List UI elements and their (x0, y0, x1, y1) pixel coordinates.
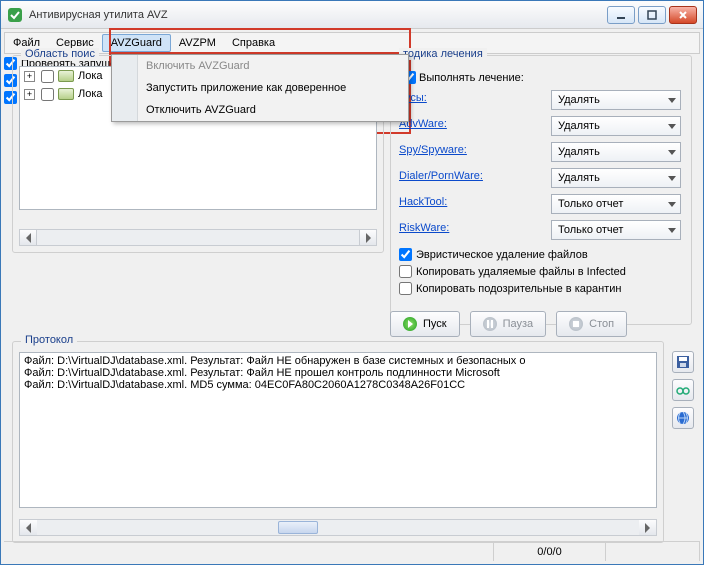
save-log-button[interactable] (672, 351, 694, 373)
scroll-left-button[interactable] (20, 520, 37, 535)
scroll-left-button[interactable] (20, 230, 37, 245)
menu-avzguard[interactable]: AVZGuard (102, 34, 171, 52)
drive-label-1: Лока (78, 70, 103, 82)
link-spyware[interactable]: Spy/Spyware: (399, 144, 467, 156)
expand-icon[interactable]: + (24, 89, 35, 100)
protocol-scrollbar[interactable] (19, 519, 657, 536)
check-copy-infected[interactable] (399, 265, 412, 278)
side-toolbar (672, 351, 694, 429)
status-cell-3 (606, 542, 700, 561)
combo-spyware[interactable]: Удалять (551, 142, 681, 162)
globe-button[interactable] (672, 407, 694, 429)
close-button[interactable] (669, 6, 697, 24)
scroll-track[interactable] (37, 230, 359, 245)
protocol-text[interactable]: Файл: D:\VirtualDJ\database.xml. Результ… (19, 352, 657, 508)
tree-scrollbar[interactable] (19, 229, 377, 246)
treat-enable-label: Выполнять лечение: (419, 72, 524, 84)
protocol-label: Протокол (21, 334, 77, 346)
combo-dialer[interactable]: Удалять (551, 168, 681, 188)
dropdown-run-trusted[interactable]: Запустить приложение как доверенное (112, 77, 408, 99)
stop-icon (569, 317, 583, 331)
status-progress: 0/0/0 (494, 542, 606, 561)
link-riskware[interactable]: RiskWare: (399, 222, 449, 234)
drive-checkbox-2[interactable] (41, 88, 54, 101)
disk-icon (58, 88, 74, 100)
minimize-button[interactable] (607, 6, 635, 24)
link-hacktool[interactable]: HackTool: (399, 196, 447, 208)
pause-button[interactable]: Пауза (470, 311, 547, 337)
pause-icon (483, 317, 497, 331)
log-line-2: Файл: D:\VirtualDJ\database.xml. Результ… (24, 367, 652, 379)
glasses-button[interactable] (672, 379, 694, 401)
disk-icon (58, 70, 74, 82)
drive-label-2: Лока (78, 88, 103, 100)
window-buttons (607, 6, 697, 24)
check-heur-delete[interactable] (399, 248, 412, 261)
app-window: Антивирусная утилита AVZ Файл Сервис AVZ… (0, 0, 704, 565)
check-copy-infected-label: Копировать удаляемые файлы в Infected (416, 266, 626, 278)
start-button[interactable]: Пуск (390, 311, 460, 337)
protocol-group: Протокол Файл: D:\VirtualDJ\database.xml… (12, 341, 664, 543)
check-heur-delete-label: Эвристическое удаление файлов (416, 249, 588, 261)
stop-button[interactable]: Стоп (556, 311, 627, 337)
link-dialer[interactable]: Dialer/PornWare: (399, 170, 483, 182)
check-copy-quarantine-label: Копировать подозрительные в карантин (416, 283, 621, 295)
menu-avzpm[interactable]: AVZPM (171, 33, 224, 53)
scroll-thumb[interactable] (278, 521, 318, 534)
menubar: Файл Сервис AVZGuard AVZPM Справка (4, 32, 700, 54)
combo-viruses[interactable]: Удалять (551, 90, 681, 110)
scroll-right-button[interactable] (639, 520, 656, 535)
check-copy-quarantine[interactable] (399, 282, 412, 295)
expand-icon[interactable]: + (24, 71, 35, 82)
app-icon (7, 7, 23, 23)
statusbar: 0/0/0 (4, 541, 700, 561)
log-line-1: Файл: D:\VirtualDJ\database.xml. Результ… (24, 355, 652, 367)
combo-riskware[interactable]: Только отчет (551, 220, 681, 240)
window-title: Антивирусная утилита AVZ (29, 9, 607, 21)
maximize-button[interactable] (638, 6, 666, 24)
treatment-group: тодика лечения Выполнять лечение: русы: … (390, 55, 692, 325)
combo-adware[interactable]: Удалять (551, 116, 681, 136)
client-area: Область поис + Лока + Лока (4, 55, 700, 561)
drive-checkbox-1[interactable] (41, 70, 54, 83)
log-line-3: Файл: D:\VirtualDJ\database.xml. MD5 сум… (24, 379, 652, 391)
combo-hacktool[interactable]: Только отчет (551, 194, 681, 214)
status-cell-1 (4, 542, 494, 561)
scroll-right-button[interactable] (359, 230, 376, 245)
avzguard-dropdown: Включить AVZGuard Запустить приложение к… (111, 54, 409, 122)
scroll-track[interactable] (37, 520, 639, 535)
treatment-label: тодика лечения (399, 48, 487, 60)
dropdown-disable-avzguard[interactable]: Отключить AVZGuard (112, 99, 408, 121)
dropdown-enable-avzguard[interactable]: Включить AVZGuard (112, 55, 408, 77)
titlebar: Антивирусная утилита AVZ (1, 1, 703, 29)
play-icon (403, 317, 417, 331)
menu-help[interactable]: Справка (224, 33, 283, 53)
run-buttons: Пуск Пауза Стоп (390, 311, 627, 337)
search-area-label: Область поис (21, 48, 99, 60)
